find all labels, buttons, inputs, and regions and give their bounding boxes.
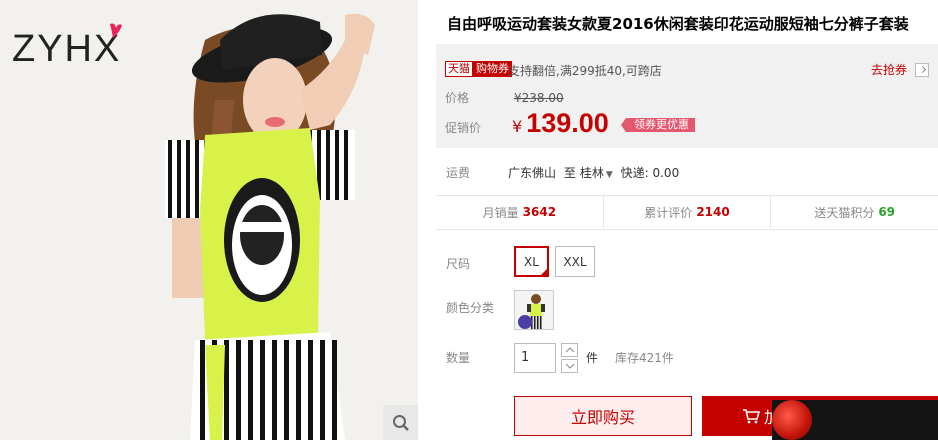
- shipping-info: 广东佛山 至桂林 ▼ 快递: 0.00: [508, 164, 679, 181]
- color-thumbnail-image: [515, 291, 553, 329]
- monthly-sales: 月销量 3642: [436, 196, 603, 228]
- quantity-label: 数量: [446, 351, 471, 365]
- promo-price-label: 促销价: [445, 121, 482, 135]
- currency-symbol: ¥: [512, 117, 523, 136]
- tmall-points: 送天猫积分 69: [770, 196, 938, 228]
- grab-coupon-link[interactable]: 去抢券: [871, 61, 930, 78]
- tmall-tag-label: 天猫: [445, 61, 473, 77]
- stock-count: 库存421件: [615, 351, 674, 365]
- chevron-right-icon: [915, 62, 930, 77]
- zoom-button[interactable]: [383, 405, 418, 440]
- ship-to: 桂林: [579, 166, 604, 180]
- grab-coupon-label: 去抢券: [871, 63, 908, 77]
- shipping-label: 运费: [446, 166, 471, 180]
- ship-fee: 快递: 0.00: [620, 166, 680, 180]
- monthly-sales-value: 3642: [522, 205, 557, 219]
- original-price: ¥238.00: [514, 91, 564, 105]
- quantity-unit: 件: [586, 351, 599, 365]
- heart-icon: [110, 23, 122, 38]
- chevron-up-icon: [565, 347, 574, 353]
- buy-now-button[interactable]: 立即购买: [514, 396, 692, 436]
- product-title: 自由呼吸运动套装女款夏2016休闲套装印花运动服短袖七分裤子套装: [447, 15, 909, 33]
- tmall-points-value: 69: [878, 205, 896, 219]
- size-label: 尺码: [446, 257, 471, 271]
- review-count[interactable]: 累计评价 2140: [602, 196, 771, 228]
- coupon-badge[interactable]: 领券更优惠: [621, 118, 695, 132]
- color-option-thumbnail[interactable]: [514, 290, 554, 330]
- divider: [436, 229, 938, 230]
- tmall-coupon-tag: 天猫 购物券: [445, 61, 512, 77]
- floating-ball-icon[interactable]: [772, 400, 812, 440]
- size-option-xxl[interactable]: XXL: [555, 246, 595, 277]
- ship-to-word: 至: [563, 166, 576, 180]
- review-count-value: 2140: [696, 205, 730, 219]
- tmall-points-label: 送天猫积分: [814, 205, 875, 220]
- quantity-input[interactable]: 1: [514, 343, 556, 373]
- chevron-down-icon: [565, 363, 574, 369]
- cart-icon: [743, 409, 760, 424]
- magnifier-icon: [393, 415, 409, 431]
- promo-text: 支持翻倍,满299抵40,可跨店: [508, 64, 662, 78]
- quantity-decrease-button[interactable]: [561, 359, 578, 373]
- review-count-label: 累计评价: [644, 205, 693, 220]
- product-detail-page: ZYHX 自由呼吸运动套装女款夏2016休闲套装印花运动服短袖七分裤子套装 天猫…: [0, 0, 938, 440]
- monthly-sales-label: 月销量: [482, 205, 519, 220]
- price-label: 价格: [445, 91, 470, 105]
- promo-price-value: 139.00: [526, 108, 609, 138]
- brand-logo: ZYHX: [12, 28, 122, 70]
- promo-price: ¥ 139.00: [512, 108, 609, 139]
- ship-to-select[interactable]: 桂林 ▼: [580, 166, 613, 180]
- ship-from: 广东佛山: [508, 166, 557, 180]
- product-gallery: ZYHX: [0, 0, 418, 440]
- size-option-xl[interactable]: XL: [514, 246, 549, 277]
- chevron-down-icon: ▼: [605, 170, 613, 180]
- sales-stats: 月销量 3642 累计评价 2140 送天猫积分 69: [436, 196, 938, 228]
- quantity-increase-button[interactable]: [561, 343, 578, 357]
- coupon-tag-label: 购物券: [473, 61, 512, 77]
- color-label: 颜色分类: [446, 301, 495, 315]
- price-panel: 天猫 购物券 支持翻倍,满299抵40,可跨店 去抢券 价格 ¥238.00 促…: [436, 44, 938, 148]
